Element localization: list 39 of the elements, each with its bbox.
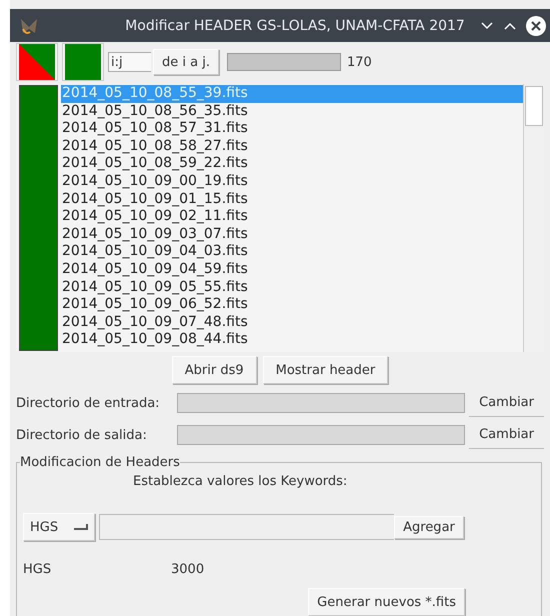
- add-button[interactable]: Agregar: [394, 516, 464, 538]
- close-icon[interactable]: [526, 16, 546, 36]
- directory-label: Directorio de entrada:: [16, 396, 161, 410]
- minimize-icon[interactable]: [480, 20, 494, 30]
- keyword-label: HGS: [23, 562, 52, 579]
- directory-label: Directorio de salida:: [16, 428, 148, 442]
- file-item[interactable]: 2014_05_10_09_00_19.fits: [61, 172, 523, 191]
- file-item[interactable]: 2014_05_10_09_03_07.fits: [61, 226, 523, 244]
- range-button[interactable]: de i a j.: [153, 49, 219, 75]
- file-item[interactable]: 2014_05_10_09_06_52.fits: [61, 296, 523, 314]
- file-item[interactable]: 2014_05_10_08_58_27.fits: [61, 138, 523, 156]
- file-item[interactable]: 2014_05_10_09_04_03.fits: [61, 243, 523, 261]
- window-title: Modificar HEADER GS-LOLAS, UNAM-CFATA 2017: [124, 18, 466, 34]
- status-button[interactable]: [62, 43, 104, 81]
- file-item[interactable]: 2014_05_10_09_04_59.fits: [61, 260, 523, 279]
- list-button[interactable]: Abrir ds9: [172, 356, 257, 384]
- range-field[interactable]: i:j: [108, 52, 151, 72]
- value-field[interactable]: [99, 514, 394, 540]
- keyword-menu[interactable]: HGS: [23, 513, 96, 541]
- file-item[interactable]: 2014_05_10_09_01_15.fits: [61, 190, 523, 208]
- maximize-icon[interactable]: [503, 20, 517, 30]
- square-icon: [65, 44, 101, 80]
- dropdown-icon: [74, 524, 88, 530]
- file-item[interactable]: 2014_05_10_09_07_48.fits: [61, 314, 523, 332]
- file-item[interactable]: 2014_05_10_08_59_22.fits: [61, 155, 523, 173]
- group-title: Modificacion de Headers: [20, 455, 180, 470]
- file-item[interactable]: 2014_05_10_09_02_11.fits: [61, 208, 523, 226]
- file-count: 170: [346, 54, 372, 70]
- scroll-thumb[interactable]: [525, 86, 543, 126]
- keyword-value: 3000: [171, 562, 204, 579]
- list-button[interactable]: Mostrar header: [262, 356, 388, 384]
- file-item[interactable]: 2014_05_10_09_08_44.fits: [61, 331, 523, 349]
- file-item[interactable]: 2014_05_10_09_05_55.fits: [61, 278, 523, 296]
- status-button[interactable]: [16, 43, 58, 81]
- file-item[interactable]: 2014_05_10_08_56_35.fits: [61, 102, 523, 120]
- split-square-icon: [19, 44, 55, 80]
- generate-button[interactable]: Generar nuevos *.fits: [308, 588, 465, 616]
- file-item[interactable]: 2014_05_10_08_57_31.fits: [61, 120, 523, 138]
- prompt-text: Establezca valores los Keywords:: [132, 474, 348, 491]
